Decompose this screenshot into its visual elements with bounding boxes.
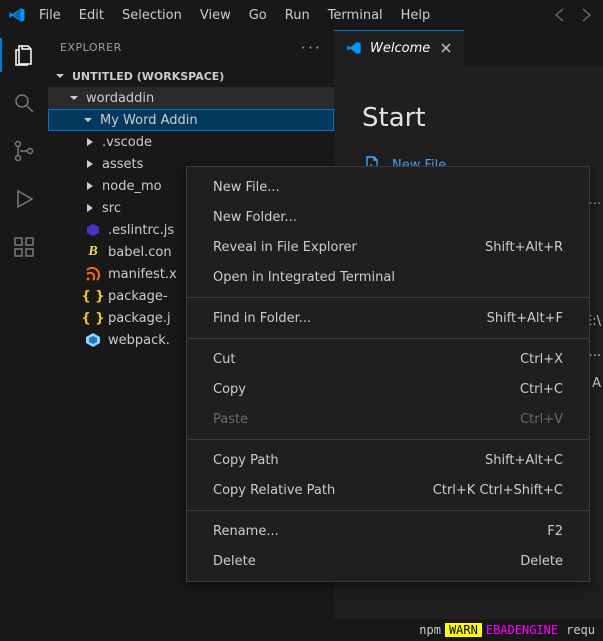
tree-item-label: package.j	[108, 311, 171, 326]
menu-item-shortcut: Shift+Alt+F	[487, 311, 563, 326]
chevron-down-icon	[52, 68, 68, 84]
menu-selection[interactable]: Selection	[113, 4, 191, 27]
menu-item-label: Reveal in File Explorer	[213, 240, 357, 255]
menu-item-label: Rename...	[213, 524, 279, 539]
activity-run-debug-icon[interactable]	[0, 182, 48, 216]
page-title: Start	[362, 103, 603, 133]
vscode-logo-icon	[4, 2, 30, 28]
chevron-down-icon	[80, 112, 96, 128]
menu-item-label: Copy Relative Path	[213, 483, 335, 498]
context-menu-item[interactable]: Copy Ctrl+C	[187, 374, 589, 404]
context-menu: New File... New Folder... Reveal in File E…	[186, 166, 590, 582]
menu-item-shortcut: Shift+Alt+R	[485, 240, 563, 255]
status-ebad: EBADENGINE	[482, 623, 562, 637]
activity-extensions-icon[interactable]	[0, 230, 48, 264]
tab-bar: Welcome	[334, 30, 603, 65]
menu-item-shortcut: Ctrl+X	[520, 352, 563, 367]
tree-item-label: .vscode	[102, 135, 152, 150]
menu-edit[interactable]: Edit	[70, 4, 113, 27]
tree-item-label: node_mo	[102, 179, 162, 194]
babel-icon: B	[82, 244, 104, 260]
status-bar: npm WARN EBADENGINE requ	[0, 619, 603, 641]
menu-item-label: Copy Path	[213, 453, 279, 468]
menu-help[interactable]: Help	[392, 4, 440, 27]
menu-item-label: New File...	[213, 180, 280, 195]
menu-file[interactable]: File	[30, 4, 70, 27]
menu-item-shortcut: Shift+Alt+C	[485, 453, 563, 468]
context-menu-item[interactable]: Rename... F2	[187, 516, 589, 546]
menu-item-shortcut: Delete	[520, 554, 563, 569]
context-menu-item[interactable]: Reveal in File Explorer Shift+Alt+R	[187, 232, 589, 262]
xml-icon	[82, 266, 104, 282]
explorer-title: EXPLORER	[60, 41, 122, 54]
tab-welcome[interactable]: Welcome	[334, 30, 464, 65]
folder-row-child[interactable]: My Word Addin	[48, 109, 334, 131]
menu-separator	[187, 510, 589, 511]
menu-separator	[187, 439, 589, 440]
json-icon: { }	[82, 288, 104, 304]
menu-run[interactable]: Run	[276, 4, 319, 27]
explorer-more-icon[interactable]: ···	[301, 38, 322, 57]
webpack-icon	[82, 332, 104, 348]
menubar: File Edit Selection View Go Run Terminal…	[0, 0, 603, 30]
tab-label: Welcome	[370, 41, 430, 56]
chevron-down-icon	[66, 90, 82, 106]
context-menu-item[interactable]: Copy Path Shift+Alt+C	[187, 445, 589, 475]
menu-item-label: Copy	[213, 382, 246, 397]
tree-item-label: manifest.x	[108, 267, 177, 282]
context-menu-item[interactable]: New Folder...	[187, 202, 589, 232]
menu-item-shortcut: Ctrl+V	[520, 412, 563, 427]
tree-item-label: babel.con	[108, 245, 172, 260]
folder-row[interactable]: .vscode	[48, 131, 334, 153]
nav-back-icon[interactable]	[547, 7, 573, 23]
chevron-right-icon	[82, 134, 98, 150]
activity-bar	[0, 30, 48, 619]
context-menu-item[interactable]: New File...	[187, 172, 589, 202]
chevron-right-icon	[82, 178, 98, 194]
vscode-logo-icon	[346, 40, 362, 56]
menu-item-shortcut: Ctrl+C	[520, 382, 563, 397]
tree-item-label: assets	[102, 157, 143, 172]
context-menu-item[interactable]: Copy Relative Path Ctrl+K Ctrl+Shift+C	[187, 475, 589, 505]
context-menu-item[interactable]: Open in Integrated Terminal	[187, 262, 589, 292]
eslint-icon	[82, 222, 104, 238]
chevron-right-icon	[82, 156, 98, 172]
menu-item-shortcut: Ctrl+K Ctrl+Shift+C	[433, 483, 563, 498]
menu-item-shortcut: F2	[547, 524, 563, 539]
status-npm: npm	[415, 623, 445, 637]
close-icon[interactable]	[438, 40, 454, 56]
tree-item-label: .eslintrc.js	[108, 223, 174, 238]
menu-go[interactable]: Go	[240, 4, 276, 27]
menu-item-label: New Folder...	[213, 210, 297, 225]
tree-item-label: package-	[108, 289, 168, 304]
menu-item-label: Find in Folder...	[213, 311, 311, 326]
menu-item-label: Cut	[213, 352, 235, 367]
menu-item-label: Delete	[213, 554, 256, 569]
status-warn: WARN	[445, 623, 482, 637]
menu-view[interactable]: View	[191, 4, 240, 27]
tree-item-label: webpack.	[108, 333, 170, 348]
nav-forward-icon[interactable]	[573, 7, 599, 23]
context-menu-item[interactable]: Delete Delete	[187, 546, 589, 576]
context-menu-item: Paste Ctrl+V	[187, 404, 589, 434]
activity-source-control-icon[interactable]	[0, 134, 48, 168]
menu-terminal[interactable]: Terminal	[319, 4, 392, 27]
menu-item-label: Paste	[213, 412, 248, 427]
status-requ: requ	[562, 623, 599, 637]
json-icon: { }	[82, 310, 104, 326]
folder-row-root[interactable]: wordaddin	[48, 87, 334, 109]
activity-explorer-icon[interactable]	[0, 38, 48, 72]
menu-separator	[187, 338, 589, 339]
chevron-right-icon	[82, 200, 98, 216]
workspace-header[interactable]: UNTITLED (WORKSPACE)	[48, 65, 334, 87]
context-menu-item[interactable]: Cut Ctrl+X	[187, 344, 589, 374]
activity-search-icon[interactable]	[0, 86, 48, 120]
menu-item-label: Open in Integrated Terminal	[213, 270, 395, 285]
tree-item-label: src	[102, 201, 121, 216]
context-menu-item[interactable]: Find in Folder... Shift+Alt+F	[187, 303, 589, 333]
menu-separator	[187, 297, 589, 298]
